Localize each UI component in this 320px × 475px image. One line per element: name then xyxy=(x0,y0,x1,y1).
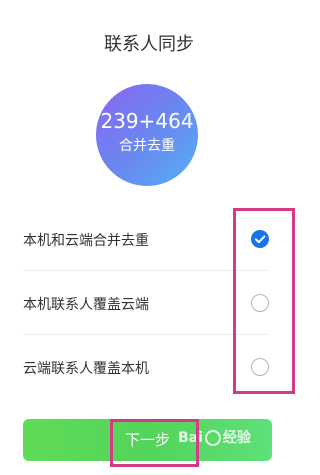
radio-icon[interactable] xyxy=(251,358,269,376)
divider xyxy=(23,334,269,335)
option-merge-dedupe[interactable]: 本机和云端合并去重 xyxy=(0,209,298,271)
option-label: 本机联系人覆盖云端 xyxy=(23,297,149,313)
next-button[interactable]: 下一步 xyxy=(23,419,272,461)
page-title: 联系人同步 xyxy=(104,34,194,55)
option-cloud-overwrite-local[interactable]: 云端联系人覆盖本机 xyxy=(0,337,298,399)
checked-radio-icon[interactable] xyxy=(251,230,269,248)
option-local-overwrite-cloud[interactable]: 本机联系人覆盖云端 xyxy=(0,273,298,335)
divider xyxy=(23,270,269,271)
option-label: 云端联系人覆盖本机 xyxy=(23,361,149,377)
radio-icon[interactable] xyxy=(251,294,269,312)
summary-count: 239+464 xyxy=(100,109,194,133)
option-label: 本机和云端合并去重 xyxy=(23,233,149,249)
contact-sync-screen: 联系人同步 239+464 合并去重 本机和云端合并去重 本机联系人覆盖云端 云… xyxy=(0,0,298,475)
summary-label: 合并去重 xyxy=(119,138,175,154)
summary-circle: 239+464 合并去重 xyxy=(96,84,198,186)
